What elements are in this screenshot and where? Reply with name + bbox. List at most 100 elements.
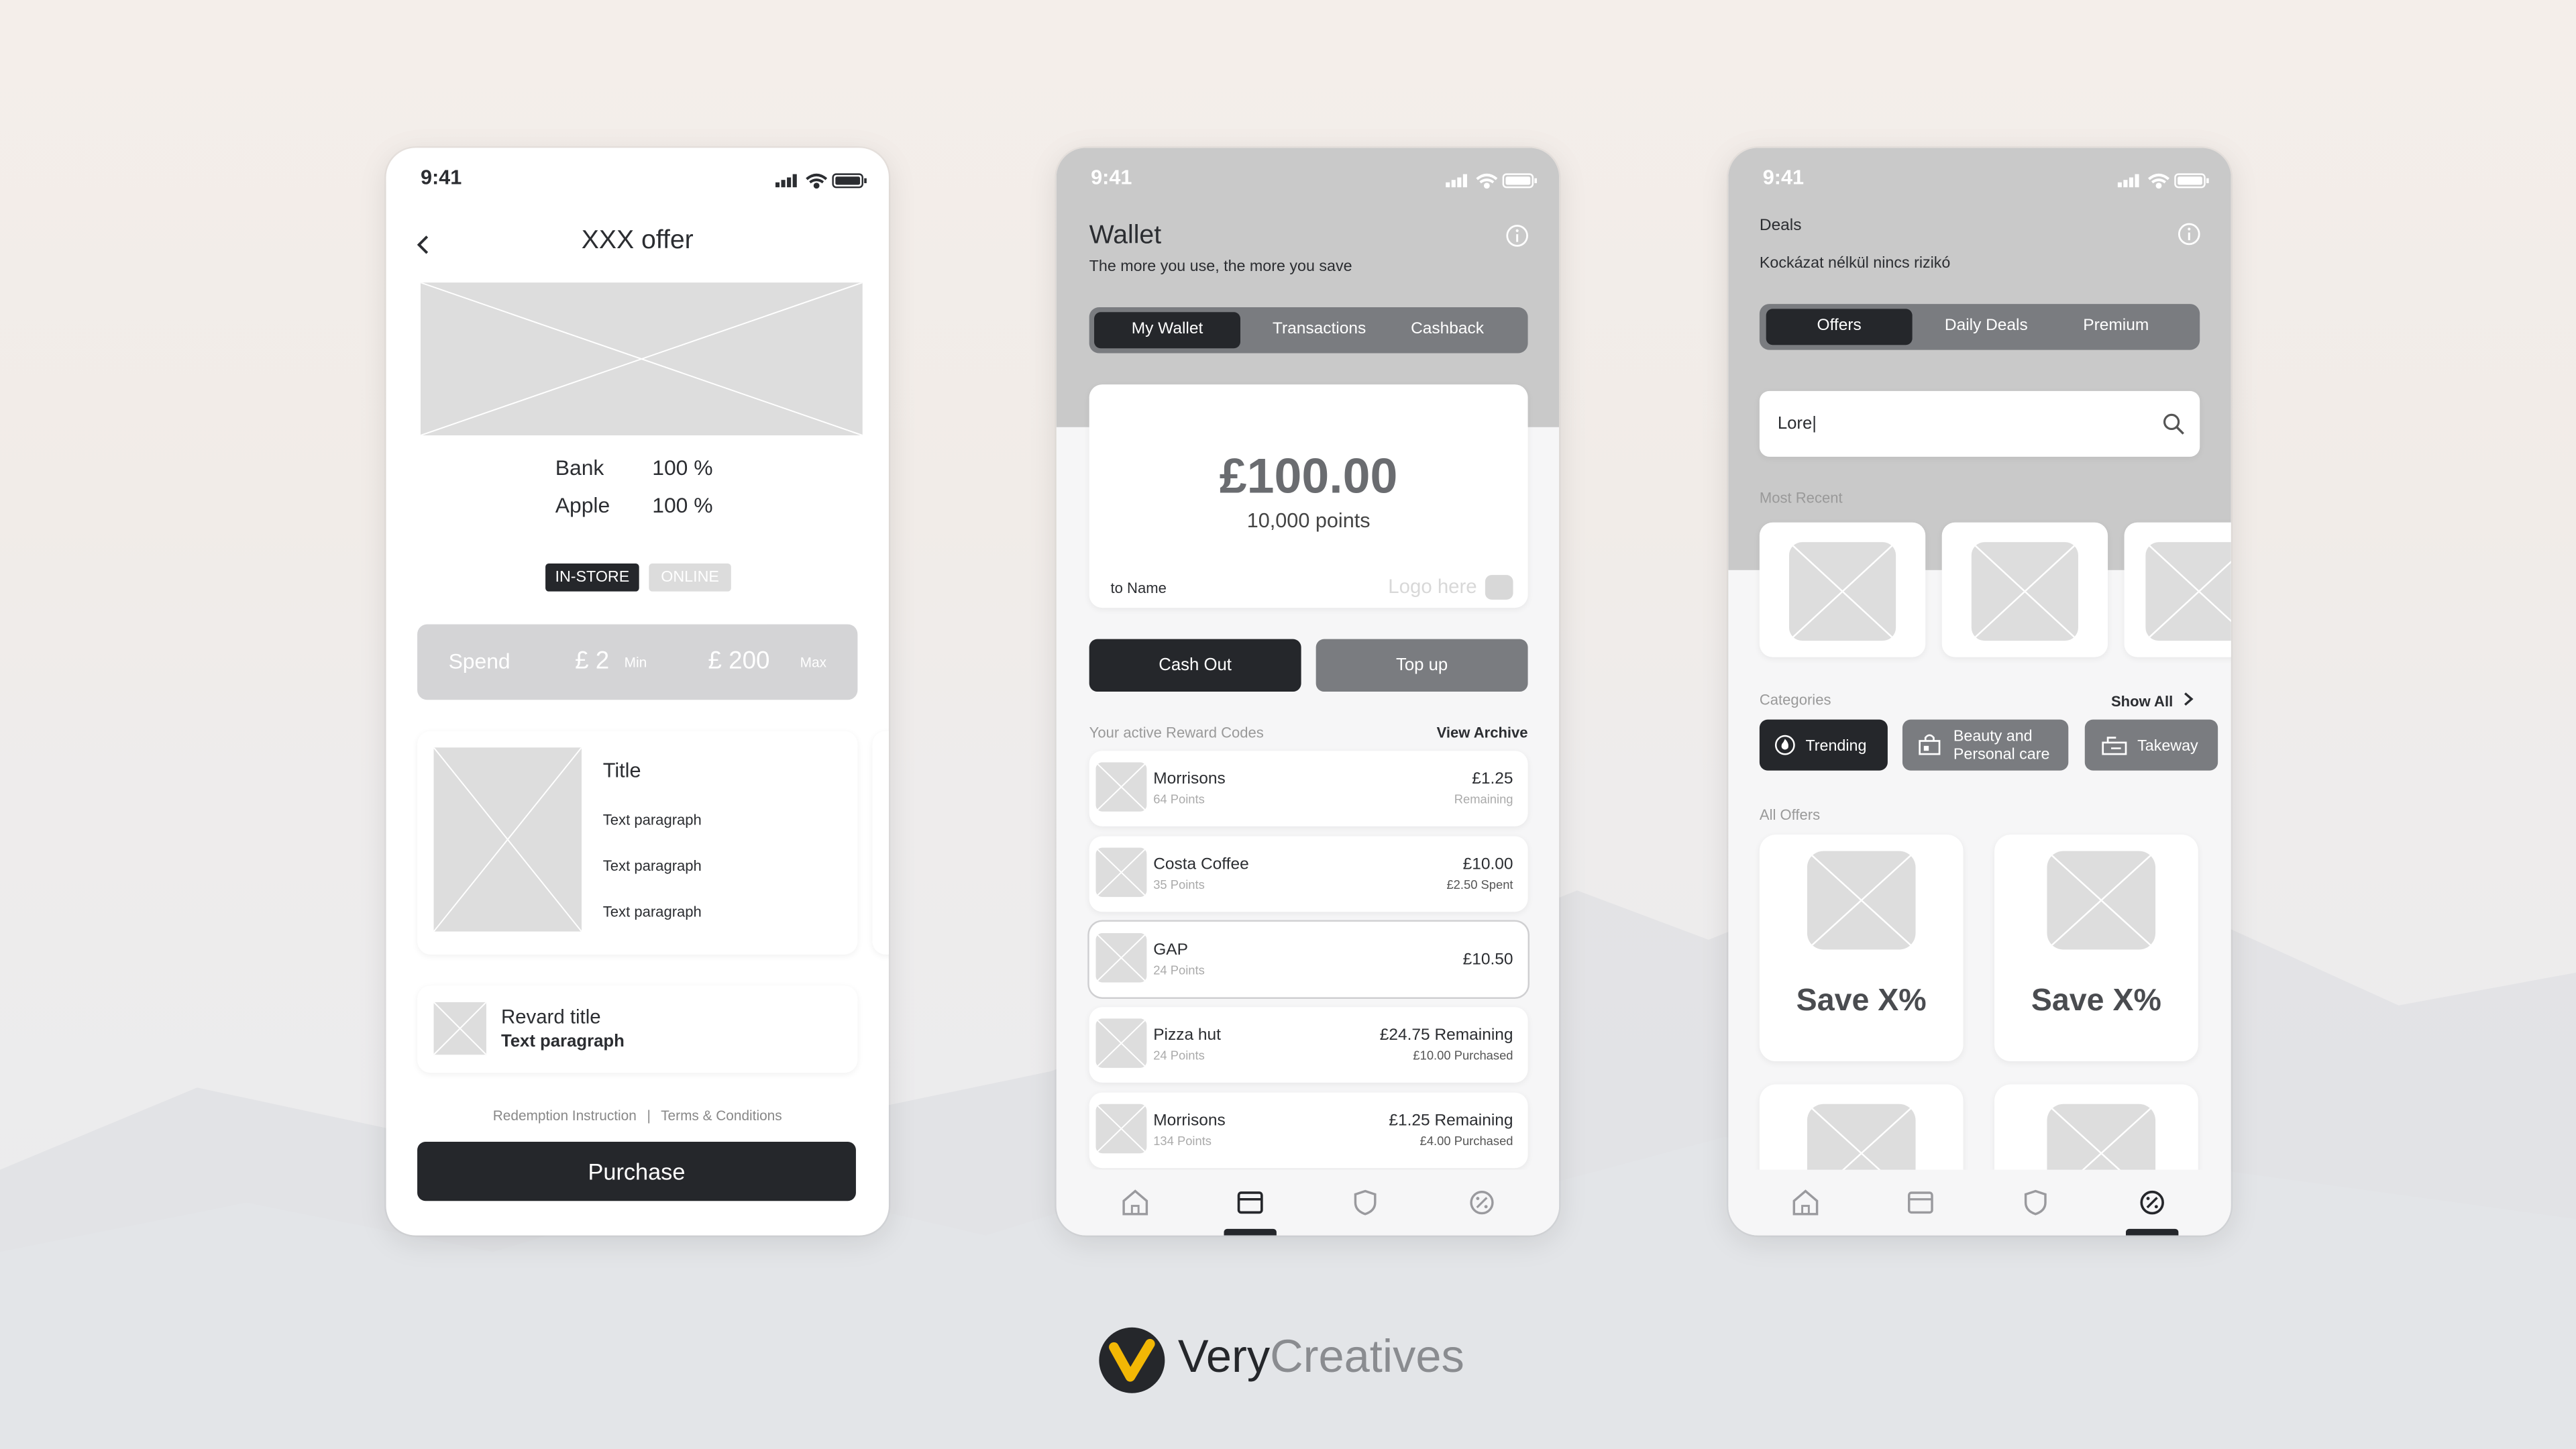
offer-row-value: 100 %	[652, 492, 713, 518]
category-takeway[interactable]: Takeway	[2084, 719, 2218, 771]
reward-code-thumbnail	[1095, 933, 1147, 983]
shield-icon[interactable]	[2019, 1186, 2052, 1219]
reward-text: Text paragraph	[500, 1031, 625, 1052]
offer-tile-image	[1807, 851, 1916, 950]
logo-placeholder: Logo here	[1388, 575, 1477, 598]
wallet-icon[interactable]	[1234, 1186, 1267, 1219]
in-store-tag[interactable]: IN-STORE	[545, 564, 639, 592]
card-holder-name: to Name	[1110, 580, 1167, 596]
top-up-button[interactable]: Top up	[1316, 639, 1528, 692]
wifi-icon	[2148, 173, 2169, 189]
flame-icon	[1774, 735, 1795, 755]
reward-code-thumbnail	[1095, 1018, 1147, 1068]
recent-item[interactable]	[2124, 522, 2231, 657]
home-icon[interactable]	[1789, 1186, 1822, 1219]
offer-image-placeholder	[420, 282, 863, 435]
reward-code-row[interactable]: Costa Coffee 35 Points £10.00 £2.50 Spen…	[1089, 836, 1528, 912]
spend-range[interactable]: Spend £ 2 Min £ 200 Max	[417, 624, 858, 700]
wallet-tabs: My Wallet Transactions Cashback	[1089, 307, 1528, 354]
battery-icon	[1502, 173, 1538, 189]
info-icon[interactable]	[2177, 222, 2202, 247]
offer-row-value: 100 %	[652, 455, 713, 480]
redemption-instruction-link[interactable]: Redemption Instruction	[493, 1108, 637, 1124]
wallet-icon[interactable]	[1904, 1186, 1937, 1219]
reward-code-name: Morrisons	[1153, 770, 1226, 789]
offer-tile[interactable]: Save X%	[1994, 835, 2198, 1062]
tab-cashback[interactable]: Cashback	[1395, 312, 1500, 348]
cash-out-button[interactable]: Cash Out	[1089, 639, 1301, 692]
reward-thumbnail	[433, 1002, 486, 1055]
online-tag[interactable]: ONLINE	[649, 564, 731, 592]
tab-transactions[interactable]: Transactions	[1247, 312, 1392, 348]
search-box[interactable]: Lore|	[1759, 390, 2200, 457]
page-subtitle: Kockázat nélkül nincs rizikó	[1759, 254, 1951, 273]
card-title: Title	[602, 759, 641, 782]
deals-screen: 9:41 Deals Kockázat nélkül nincs rizikó …	[1728, 148, 2231, 1236]
shop-bag-icon	[1919, 734, 1941, 755]
page-title: XXX offer	[581, 226, 694, 255]
category-label: Beauty and Personal care	[1953, 727, 2050, 764]
reward-code-row[interactable]: Morrisons 64 Points £1.25 Remaining	[1089, 751, 1528, 826]
footer-links: Redemption Instruction | Terms & Conditi…	[386, 1108, 889, 1124]
reward-code-thumbnail	[1095, 762, 1147, 812]
status-icons	[2117, 168, 2210, 197]
view-archive-link[interactable]: View Archive	[1437, 724, 1528, 741]
brand-wordmark: VeryCreatives	[1178, 1331, 1464, 1383]
info-icon[interactable]	[1505, 223, 1529, 248]
search-input[interactable]: Lore|	[1778, 414, 1817, 433]
reward-code-amount: £10.50	[1462, 951, 1513, 969]
purchase-button[interactable]: Purchase	[417, 1142, 856, 1201]
active-tab-indicator	[2126, 1228, 2179, 1236]
reward-code-name: Pizza hut	[1153, 1026, 1221, 1045]
home-icon[interactable]	[1119, 1186, 1152, 1219]
show-all-link[interactable]: Show All	[2111, 692, 2195, 710]
reward-code-points: 35 Points	[1153, 877, 1205, 892]
offer-card[interactable]: Title Text paragraph Text paragraph Text…	[417, 731, 858, 955]
all-offers-label: All Offers	[1759, 806, 1821, 823]
status-bar: 9:41	[386, 148, 889, 207]
reward-code-sub: £2.50 Spent	[1446, 877, 1513, 892]
reward-code-row[interactable]: GAP 24 Points £10.50	[1089, 921, 1528, 998]
deals-header	[1728, 148, 2231, 570]
terms-conditions-link[interactable]: Terms & Conditions	[661, 1108, 782, 1124]
category-label: Trending	[1805, 737, 1867, 756]
recent-item-image	[1971, 542, 2078, 641]
next-card-peek[interactable]	[872, 731, 889, 955]
page-title: Wallet	[1089, 221, 1162, 250]
reward-card[interactable]: Revard title Text paragraph	[417, 985, 858, 1073]
spend-max-label: Max	[800, 653, 826, 671]
discount-icon[interactable]	[1466, 1186, 1499, 1219]
signal-icon	[1446, 174, 1467, 188]
category-label: Takeway	[2137, 737, 2198, 756]
reward-code-amount: £10.00	[1462, 855, 1513, 874]
balance-card: £100.00 10,000 points to Name Logo here	[1089, 384, 1528, 608]
tab-offers[interactable]: Offers	[1766, 309, 1913, 345]
reward-code-row[interactable]: Pizza hut 24 Points £24.75 Remaining £10…	[1089, 1007, 1528, 1083]
offer-tile-title: Save X%	[1796, 983, 1927, 1019]
tab-daily-deals[interactable]: Daily Deals	[1917, 309, 2055, 345]
tab-premium[interactable]: Premium	[2059, 309, 2174, 345]
page-subtitle: The more you use, the more you save	[1089, 258, 1352, 276]
card-paragraph: Text paragraph	[602, 903, 702, 920]
recent-item[interactable]	[1941, 522, 2108, 657]
spend-max-value: £ 200	[708, 647, 770, 676]
spend-label: Spend	[448, 649, 511, 674]
discount-icon[interactable]	[2136, 1186, 2169, 1219]
reward-code-amount: £1.25	[1472, 770, 1513, 789]
recent-item[interactable]	[1759, 522, 1926, 657]
offer-tile[interactable]: Save X%	[1759, 835, 1964, 1062]
reward-code-sub: Remaining	[1454, 792, 1513, 807]
link-separator: |	[647, 1107, 651, 1124]
chevron-right-icon	[2184, 692, 2194, 706]
reward-code-row[interactable]: Morrisons 134 Points £1.25 Remaining £4.…	[1089, 1092, 1528, 1169]
category-trending[interactable]: Trending	[1759, 719, 1888, 771]
takeaway-icon	[2102, 737, 2127, 755]
tab-my-wallet[interactable]: My Wallet	[1094, 312, 1240, 349]
status-time: 9:41	[1091, 166, 1132, 189]
category-beauty[interactable]: Beauty and Personal care	[1902, 719, 2069, 771]
search-icon[interactable]	[2162, 413, 2185, 435]
offer-row-label: Bank	[555, 455, 604, 480]
shield-icon[interactable]	[1349, 1186, 1382, 1219]
page-title: Deals	[1759, 217, 1802, 235]
signal-icon	[2117, 174, 2139, 188]
